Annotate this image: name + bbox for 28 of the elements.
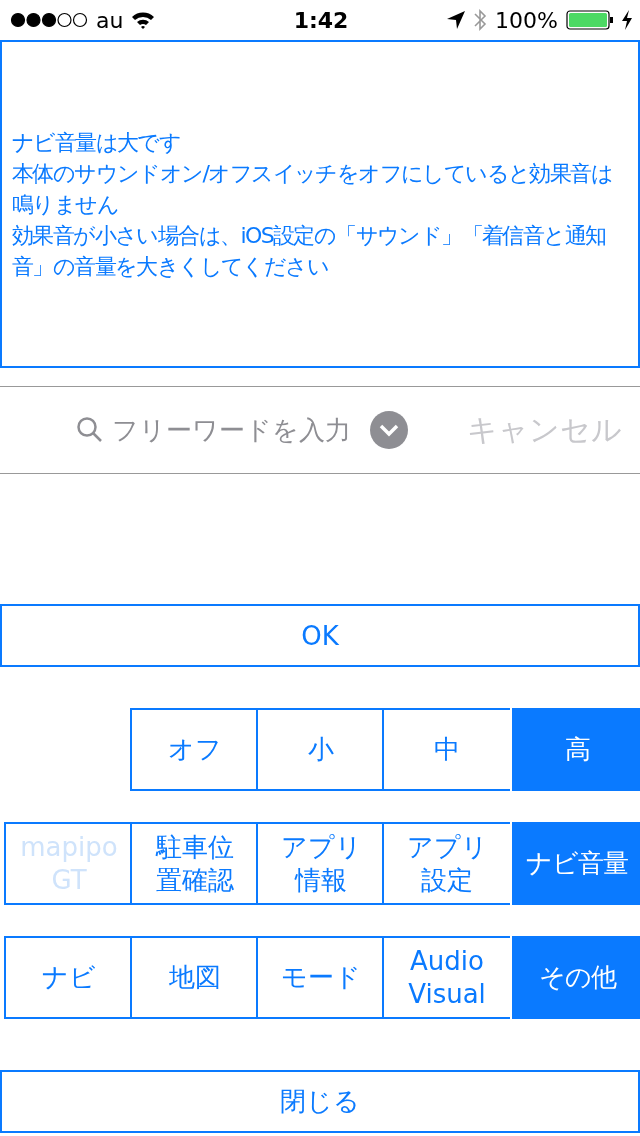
charging-icon — [622, 10, 632, 30]
signal-icon — [10, 12, 88, 28]
location-icon — [447, 11, 466, 29]
menu-button[interactable]: 駐車位置確認 — [130, 822, 258, 905]
battery-icon — [566, 9, 614, 31]
dropdown-icon[interactable] — [370, 411, 408, 449]
menu-button[interactable]: その他 — [512, 936, 640, 1019]
menu-button[interactable]: モード — [256, 936, 384, 1019]
search-icon — [76, 416, 104, 444]
menu-button[interactable]: 中 — [382, 708, 510, 791]
clock-time: 1:42 — [293, 7, 349, 33]
ok-button[interactable]: OK — [0, 604, 640, 667]
menu-button[interactable]: 地図 — [130, 936, 258, 1019]
menu-button[interactable]: アプリ情報 — [256, 822, 384, 905]
carrier-name: au — [96, 7, 124, 33]
search-field[interactable]: フリーワードを入力 — [112, 415, 362, 445]
menu-button[interactable]: ナビ — [4, 936, 132, 1019]
menu-button[interactable]: Audio Visual — [382, 936, 510, 1019]
message-text: ナビ音量は大です 本体のサウンドオン/オフスイッチをオフにしていると効果音は鳴りません 効果音が小さい場合は、iOS設定の「サウンド」「着信音と通知音」の音量を大きくしてください — [12, 128, 613, 281]
menu-button[interactable]: オフ — [130, 708, 258, 791]
menu-button[interactable]: アプリ設定 — [382, 822, 510, 905]
menu-button[interactable]: 小 — [256, 708, 384, 791]
menu-button[interactable]: 高 — [512, 708, 640, 791]
bluetooth-icon — [473, 8, 488, 32]
menu-button[interactable]: ナビ音量 — [512, 822, 640, 905]
wifi-icon — [131, 11, 156, 29]
battery-percentage: 100% — [495, 7, 558, 33]
close-button[interactable]: 閉じる — [0, 1070, 640, 1133]
